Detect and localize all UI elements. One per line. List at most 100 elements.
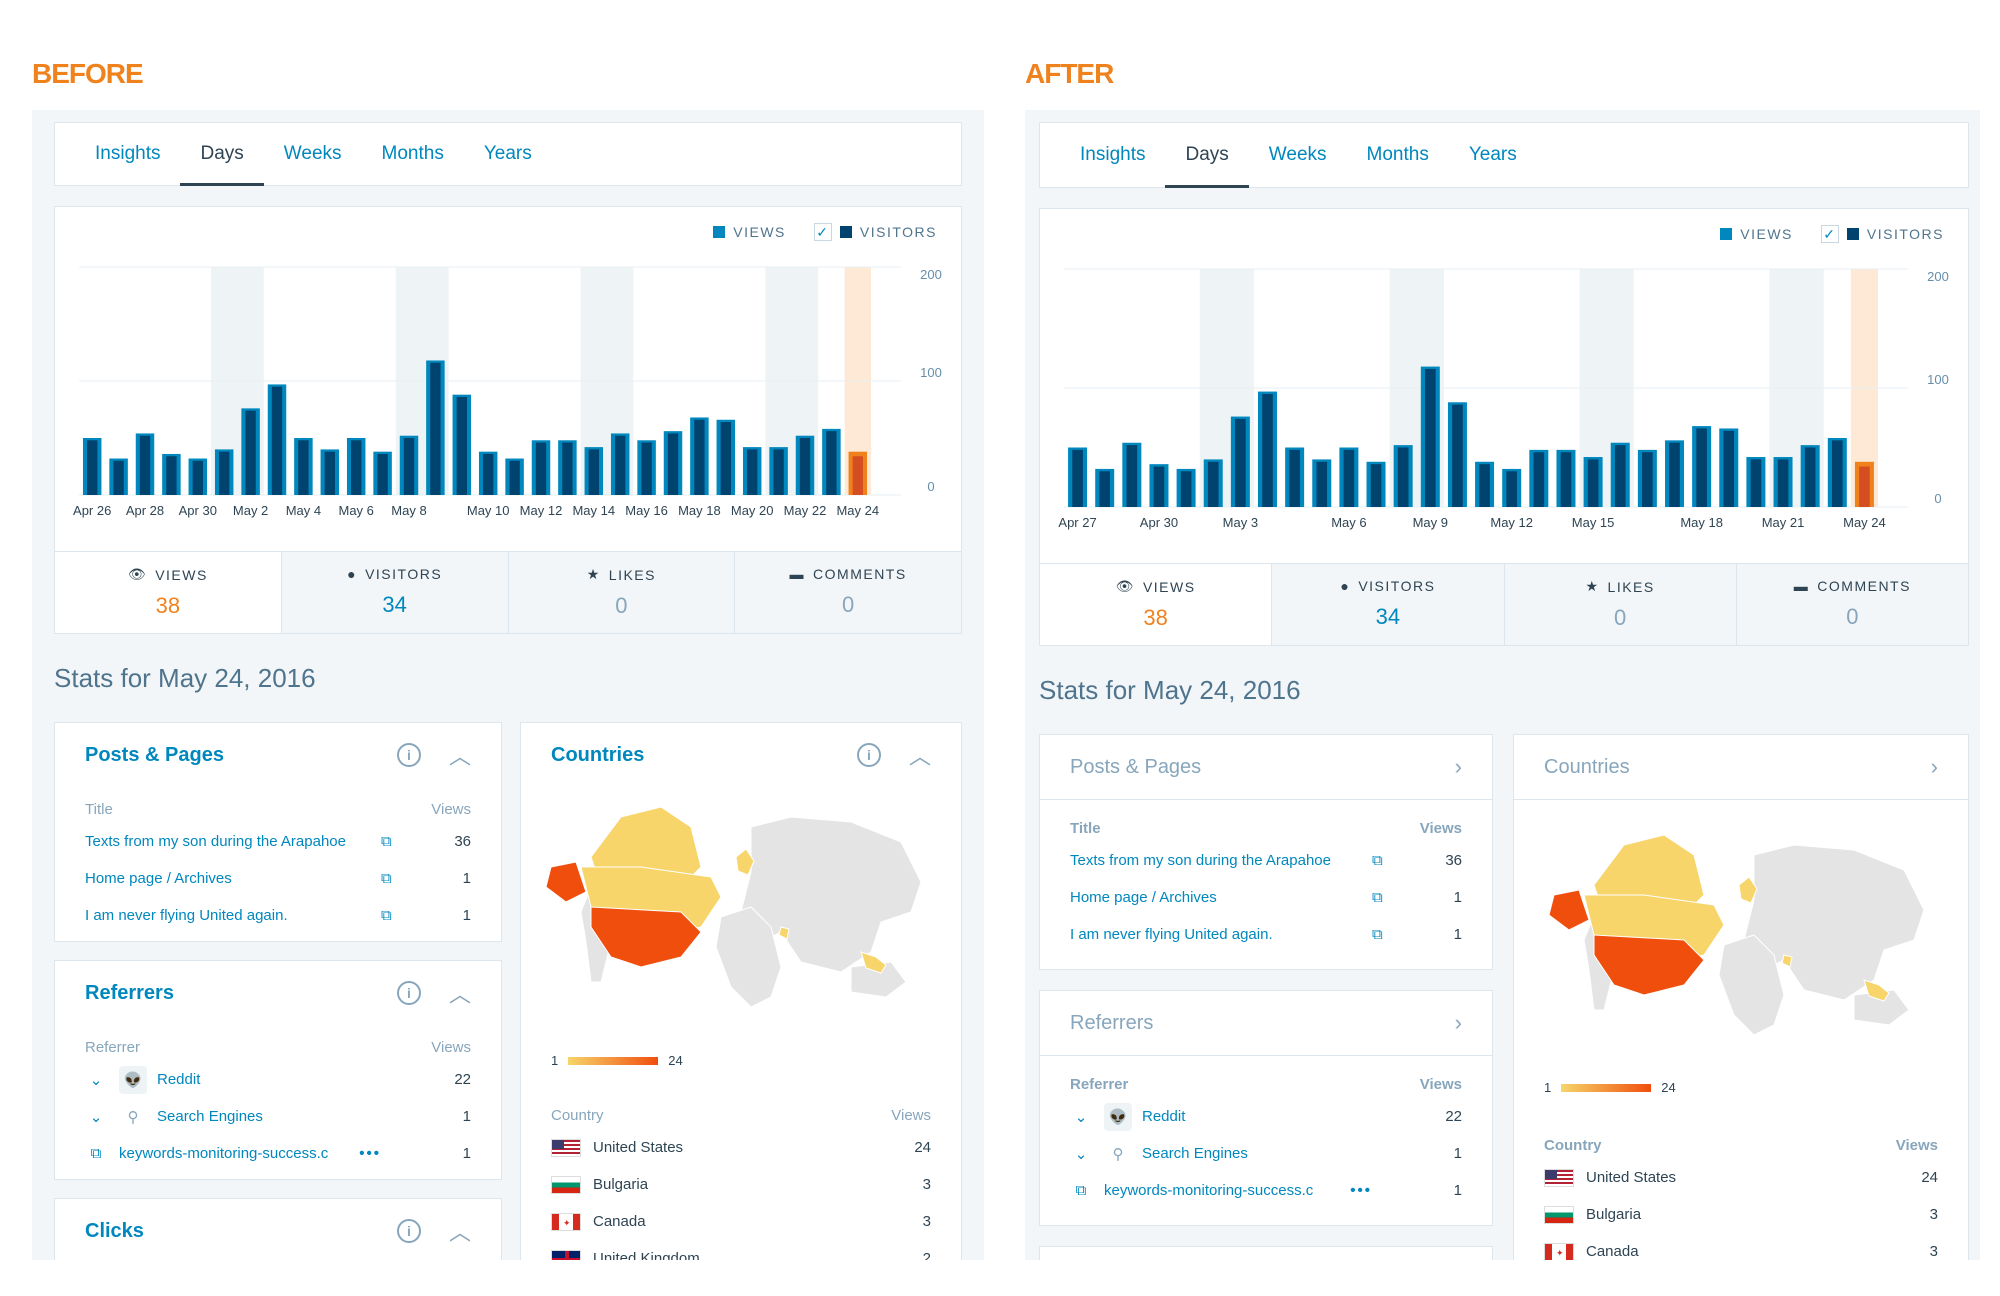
chevron-right-icon[interactable]: ›: [1931, 754, 1938, 780]
chart-card: VIEWS ✓ VISITORS 0 100 200 Apr 27 Apr 30 May 3…: [1039, 208, 1969, 646]
referrer-views: 1: [1453, 1145, 1462, 1162]
posts-title[interactable]: Posts & Pages: [85, 744, 224, 767]
external-link-icon[interactable]: ⧉: [1372, 926, 1390, 944]
tab-days[interactable]: Days: [180, 123, 265, 186]
info-icon[interactable]: i: [396, 981, 421, 1005]
canada-flag-icon: ✦: [1544, 1242, 1574, 1260]
list-item[interactable]: I am never flying United again. ⧉ 1: [1040, 916, 1492, 953]
referrer-name[interactable]: Reddit: [1142, 1108, 1412, 1125]
likes-tile[interactable]: ★ LIKES 0: [508, 552, 736, 633]
chevron-down-icon[interactable]: ⌄: [1070, 1145, 1092, 1163]
visitors-tile[interactable]: ● VISITORS 34: [1272, 564, 1505, 645]
chevron-right-icon[interactable]: ›: [1455, 754, 1462, 780]
tab-insights[interactable]: Insights: [75, 123, 180, 185]
comments-tile[interactable]: ▬ COMMENTS 0: [735, 552, 961, 633]
chevron-up-icon[interactable]: ︿: [909, 739, 931, 771]
post-title[interactable]: I am never flying United again.: [85, 907, 369, 924]
external-link-icon[interactable]: ⧉: [85, 1145, 107, 1162]
referrer-name[interactable]: keywords-monitoring-success.c: [119, 1145, 349, 1162]
views-tile[interactable]: 👁 VIEWS 38: [1040, 564, 1273, 645]
clicks-title[interactable]: Clicks: [85, 1220, 144, 1243]
period-tabs: Insights Days Weeks Months Years: [54, 122, 962, 186]
chevron-up-icon[interactable]: ︿: [449, 739, 471, 771]
visitors-bar: [852, 456, 863, 495]
x-tick-label: Apr 26: [73, 503, 111, 518]
countries-title[interactable]: Countries: [551, 744, 644, 767]
legend-visitors[interactable]: ✓ VISITORS: [1820, 225, 1944, 243]
chevron-down-icon[interactable]: ⌄: [85, 1108, 107, 1126]
more-icon[interactable]: •••: [1350, 1182, 1372, 1199]
list-item[interactable]: Texts from my son during the Arapahoe ⧉ 36: [1040, 842, 1492, 879]
referrer-name[interactable]: Search Engines: [157, 1108, 421, 1125]
tab-months[interactable]: Months: [1347, 123, 1449, 187]
list-item[interactable]: I am never flying United again. ⧉ 1: [55, 897, 501, 934]
visitors-tile-value: 34: [382, 592, 407, 617]
chevron-up-icon[interactable]: ︿: [449, 977, 471, 1009]
post-title[interactable]: I am never flying United again.: [1070, 926, 1360, 943]
list-item[interactable]: Home page / Archives ⧉ 1: [1040, 879, 1492, 916]
visitors-checkbox[interactable]: ✓: [813, 223, 832, 241]
likes-tile[interactable]: ★ LIKES 0: [1504, 564, 1737, 645]
visitors-tile[interactable]: ● VISITORS 34: [281, 552, 509, 633]
tab-years[interactable]: Years: [1449, 123, 1537, 187]
list-item[interactable]: Texts from my son during the Arapahoe ⧉ 36: [55, 823, 501, 860]
external-link-icon[interactable]: ⧉: [381, 870, 399, 888]
list-item[interactable]: ⌄ 👽 Reddit 22: [55, 1061, 501, 1098]
posts-col-views: Views: [1419, 819, 1462, 837]
external-link-icon[interactable]: ⧉: [381, 833, 399, 851]
comment-icon: ▬: [1793, 578, 1810, 594]
info-icon[interactable]: i: [856, 743, 881, 767]
chevron-down-icon[interactable]: ⌄: [1070, 1108, 1092, 1126]
chevron-up-icon[interactable]: ︿: [449, 1215, 471, 1247]
x-tick-label: May 2: [233, 503, 268, 518]
comments-tile[interactable]: ▬ COMMENTS 0: [1736, 564, 1968, 645]
info-icon[interactable]: i: [396, 743, 421, 767]
more-icon[interactable]: •••: [359, 1145, 381, 1162]
list-item[interactable]: ⌄ 👽 Reddit 22: [1040, 1098, 1492, 1135]
tab-months[interactable]: Months: [362, 123, 464, 185]
x-tick-label: May 6: [1331, 515, 1366, 530]
post-title[interactable]: Home page / Archives: [1070, 889, 1360, 906]
tab-days[interactable]: Days: [1165, 123, 1250, 188]
visitors-bar: [430, 362, 441, 495]
visitors-bar: [1533, 452, 1545, 507]
star-icon: ★: [1585, 578, 1600, 594]
post-title[interactable]: Texts from my son during the Arapahoe: [1070, 852, 1360, 869]
referrer-name[interactable]: Reddit: [157, 1071, 421, 1088]
post-title[interactable]: Texts from my son during the Arapahoe: [85, 833, 369, 850]
likes-tile-label: LIKES: [608, 566, 656, 583]
list-item[interactable]: ⌄ ⚲ Search Engines 1: [1040, 1135, 1492, 1172]
views-tile[interactable]: 👁 VIEWS 38: [55, 552, 282, 633]
post-views: 1: [462, 870, 471, 887]
country-name: Bulgaria: [1586, 1206, 1642, 1223]
legend-views: VIEWS: [713, 223, 786, 241]
list-item[interactable]: ⌄ ⚲ Search Engines 1: [55, 1098, 501, 1135]
tab-years[interactable]: Years: [464, 123, 552, 185]
tab-weeks[interactable]: Weeks: [264, 123, 362, 185]
list-item[interactable]: ⧉ keywords-monitoring-success.c ••• 1: [1040, 1172, 1492, 1209]
post-title[interactable]: Home page / Archives: [85, 870, 369, 887]
posts-title[interactable]: Posts & Pages: [1070, 756, 1201, 779]
external-link-icon[interactable]: ⧉: [1070, 1182, 1092, 1199]
chevron-right-icon[interactable]: ›: [1455, 1010, 1462, 1036]
reddit-icon: 👽: [119, 1065, 147, 1094]
country-name: United States: [1586, 1169, 1677, 1186]
scale-min: 1: [1544, 1080, 1552, 1095]
referrers-title[interactable]: Referrers: [85, 982, 174, 1005]
list-item[interactable]: Home page / Archives ⧉ 1: [55, 860, 501, 897]
before-panel: Insights Days Weeks Months Years VIEWS ✓…: [32, 110, 984, 1260]
info-icon[interactable]: i: [396, 1219, 421, 1243]
tab-weeks[interactable]: Weeks: [1249, 123, 1347, 187]
list-item[interactable]: ⧉ keywords-monitoring-success.c ••• 1: [55, 1135, 501, 1172]
chevron-down-icon[interactable]: ⌄: [85, 1071, 107, 1089]
referrer-name[interactable]: Search Engines: [1142, 1145, 1412, 1162]
external-link-icon[interactable]: ⧉: [381, 907, 399, 925]
legend-visitors[interactable]: ✓ VISITORS: [813, 223, 937, 241]
external-link-icon[interactable]: ⧉: [1372, 889, 1390, 907]
tab-insights[interactable]: Insights: [1060, 123, 1165, 187]
referrers-title[interactable]: Referrers: [1070, 1012, 1153, 1035]
external-link-icon[interactable]: ⧉: [1372, 852, 1390, 870]
referrer-name[interactable]: keywords-monitoring-success.c: [1104, 1182, 1340, 1199]
visitors-checkbox[interactable]: ✓: [1820, 225, 1839, 243]
countries-title[interactable]: Countries: [1544, 756, 1630, 779]
